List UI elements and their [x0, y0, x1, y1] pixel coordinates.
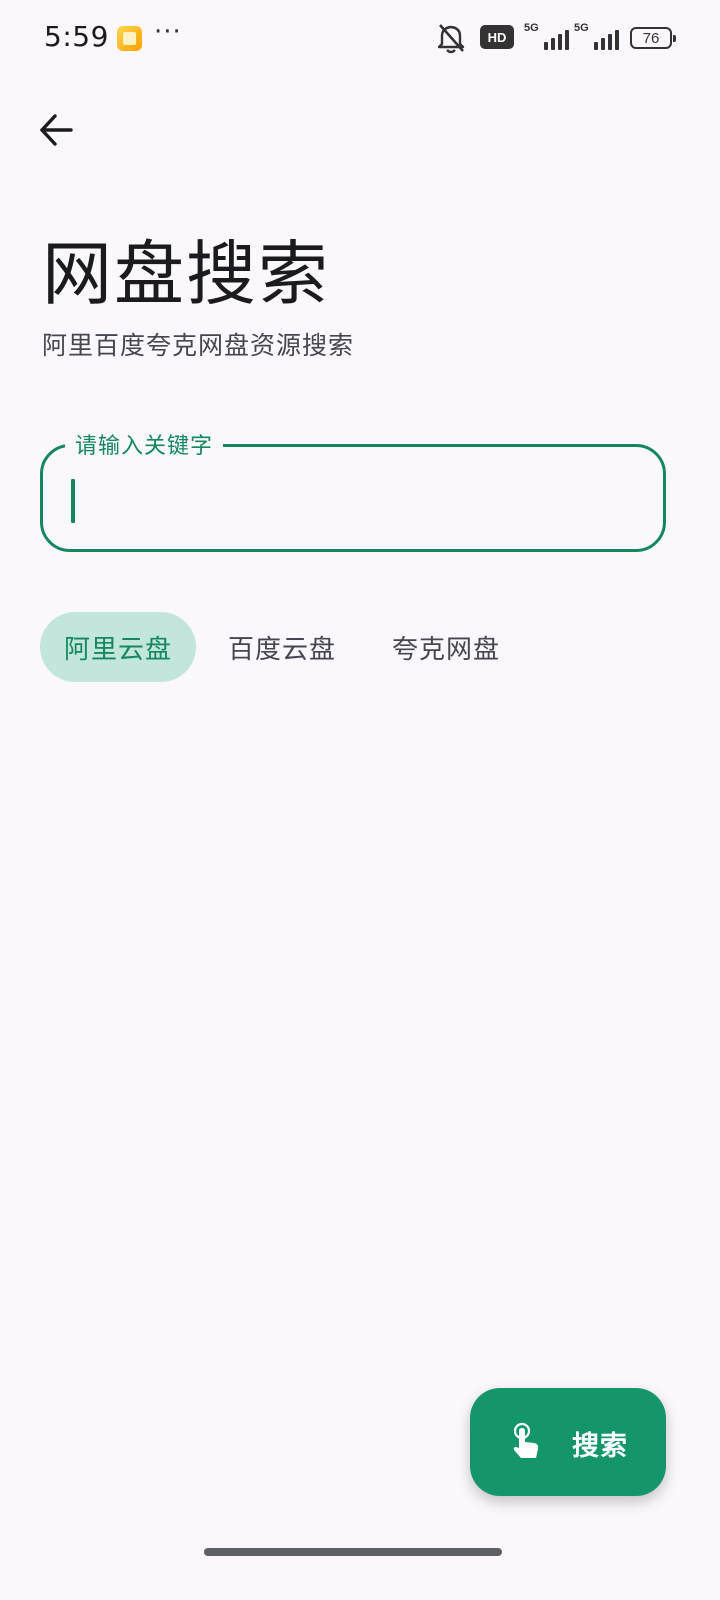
- status-time: 5:59: [44, 20, 109, 53]
- arrow-left-icon: [40, 114, 73, 146]
- chip-aliyun[interactable]: 阿里云盘: [40, 612, 197, 682]
- bell-muted-icon: [437, 24, 465, 54]
- chip-quark[interactable]: 夸克网盘: [368, 612, 524, 682]
- home-indicator[interactable]: [204, 1548, 502, 1556]
- more-notifications-icon: ···: [154, 17, 182, 47]
- text-caret: [71, 479, 75, 523]
- status-bar: 5:59 ··· HD 5G 5G 76: [0, 0, 720, 76]
- search-button-label: 搜索: [572, 1431, 628, 1462]
- chip-baidu[interactable]: 百度云盘: [204, 612, 360, 682]
- page-title: 网盘搜索: [42, 233, 330, 315]
- page-subtitle: 阿里百度夸克网盘资源搜索: [42, 331, 355, 360]
- search-fab-button[interactable]: 搜索: [470, 1388, 666, 1496]
- search-input[interactable]: [69, 471, 629, 523]
- touch-hand-icon: [513, 1422, 539, 1458]
- search-field[interactable]: 请输入关键字: [40, 428, 666, 552]
- hd-voice-badge: HD: [480, 25, 514, 49]
- gallery-notification-icon: [117, 26, 142, 51]
- signal-label: 5G: [524, 22, 539, 34]
- signal-label: 5G: [574, 22, 589, 34]
- search-field-label: 请输入关键字: [65, 428, 224, 460]
- back-button[interactable]: [30, 106, 82, 154]
- signal-5g-icon: 5G: [574, 22, 620, 52]
- signal-5g-icon: 5G: [524, 22, 570, 52]
- disk-filter-chips: 阿里云盘 百度云盘 夸克网盘: [40, 612, 524, 682]
- battery-icon: 76: [630, 27, 676, 49]
